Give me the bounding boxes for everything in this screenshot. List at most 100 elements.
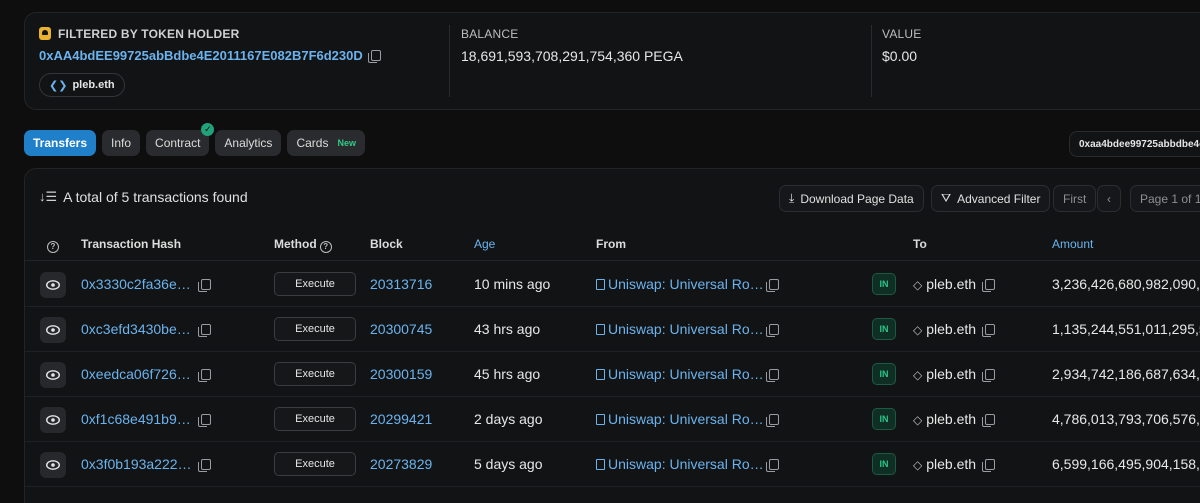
tx-hash-text[interactable]: 0xeedca06f726… <box>81 366 191 382</box>
download-button[interactable]: ⤓ Download Page Data <box>779 185 924 212</box>
from-text[interactable]: Uniswap: Universal Ro… <box>608 456 764 472</box>
from-text[interactable]: Uniswap: Universal Ro… <box>608 276 764 292</box>
block-link[interactable]: 20300745 <box>370 321 432 337</box>
tab-transfers[interactable]: Transfers <box>24 130 97 156</box>
prev-page-button[interactable]: ‹ <box>1097 185 1121 212</box>
tab-info[interactable]: Info <box>102 130 141 156</box>
from-text[interactable]: Uniswap: Universal Ro… <box>608 411 764 427</box>
tx-hash[interactable]: 0xeedca06f726… <box>81 366 211 382</box>
tx-hash-text[interactable]: 0xf1c68e491b9… <box>81 411 191 427</box>
tx-hash[interactable]: 0x3f0b193a222… <box>81 456 212 472</box>
to-text[interactable]: pleb.eth <box>926 366 976 382</box>
direction-badge: IN <box>872 408 896 430</box>
to-address[interactable]: ◇ pleb.eth <box>913 456 996 472</box>
col-amount[interactable]: Amount <box>1052 237 1093 251</box>
copy-icon[interactable] <box>197 324 211 337</box>
from-text[interactable]: Uniswap: Universal Ro… <box>608 366 764 382</box>
copy-icon[interactable] <box>982 324 996 337</box>
tab-label[interactable]: Cards <box>296 136 328 150</box>
first-page-button[interactable]: First <box>1053 185 1097 212</box>
copy-icon[interactable] <box>982 414 996 427</box>
direction-badge: IN <box>872 363 896 385</box>
eye-icon[interactable] <box>40 317 66 343</box>
copy-icon[interactable] <box>766 276 779 292</box>
tx-hash[interactable]: 0xc3efd3430be… <box>81 321 211 337</box>
to-address[interactable]: ◇ pleb.eth <box>913 366 996 382</box>
tab-label[interactable]: Analytics <box>224 136 272 150</box>
to-address[interactable]: ◇ pleb.eth <box>913 321 996 337</box>
copy-icon[interactable] <box>766 411 779 427</box>
copy-icon[interactable] <box>766 321 779 337</box>
divider <box>449 25 450 97</box>
eye-icon[interactable] <box>40 272 66 298</box>
to-address[interactable]: ◇ pleb.eth <box>913 276 996 292</box>
help-icon[interactable]: ? <box>47 237 59 253</box>
tx-hash[interactable]: 0xf1c68e491b9… <box>81 411 211 427</box>
page-indicator: Page 1 of 1 <box>1130 185 1200 212</box>
download-label[interactable]: Download Page Data <box>800 192 913 206</box>
copy-icon[interactable] <box>197 414 211 427</box>
method-pill: Execute <box>274 452 356 476</box>
copy-icon[interactable] <box>766 366 779 382</box>
to-text[interactable]: pleb.eth <box>926 321 976 337</box>
tab-label[interactable]: Info <box>111 136 131 150</box>
block-link[interactable]: 20300159 <box>370 366 432 382</box>
col-hash: Transaction Hash <box>81 237 182 251</box>
tab-label[interactable]: Transfers <box>33 136 87 150</box>
ens-name[interactable]: pleb.eth <box>72 79 114 91</box>
tx-hash-text[interactable]: 0xc3efd3430be… <box>81 321 191 337</box>
copy-icon[interactable] <box>982 279 996 292</box>
col-from: From <box>596 237 626 251</box>
col-age[interactable]: Age <box>474 237 495 251</box>
tab-cards[interactable]: Cards New <box>287 130 365 156</box>
to-text[interactable]: pleb.eth <box>926 411 976 427</box>
from-address[interactable]: Uniswap: Universal Ro… <box>596 321 764 337</box>
eye-icon[interactable] <box>40 407 66 433</box>
ens-icon: ◇ <box>913 323 923 337</box>
block-link[interactable]: 20313716 <box>370 276 432 292</box>
first-label[interactable]: First <box>1063 192 1086 206</box>
holder-label: FILTERED BY TOKEN HOLDER <box>39 27 381 41</box>
eye-icon[interactable] <box>40 362 66 388</box>
tab-label[interactable]: Contract <box>155 136 200 150</box>
block-link[interactable]: 20299421 <box>370 411 432 427</box>
tab-analytics[interactable]: Analytics <box>215 130 282 156</box>
to-text[interactable]: pleb.eth <box>926 456 976 472</box>
age-text: 5 days ago <box>474 456 543 472</box>
advanced-filter-button[interactable]: ⛛ Advanced Filter <box>931 185 1051 212</box>
verified-check-icon: ✓ <box>201 123 215 136</box>
copy-icon[interactable] <box>197 369 211 382</box>
from-address[interactable]: Uniswap: Universal Ro… <box>596 411 764 427</box>
holder-address-text[interactable]: 0xAA4bdEE99725abBdbe4E2011167E082B7F6d23… <box>39 48 363 63</box>
contract-icon <box>596 459 605 470</box>
method-help-icon[interactable]: ? <box>319 240 332 253</box>
eye-icon[interactable] <box>40 452 66 478</box>
holder-address[interactable]: 0xAA4bdEE99725abBdbe4E2011167E082B7F6d23… <box>39 48 381 63</box>
from-text[interactable]: Uniswap: Universal Ro… <box>608 321 764 337</box>
from-address[interactable]: Uniswap: Universal Ro… <box>596 366 764 382</box>
copy-icon[interactable] <box>982 459 996 472</box>
copy-icon[interactable] <box>367 50 381 63</box>
summary-text: A total of 5 transactions found <box>63 189 248 205</box>
filter-label[interactable]: Advanced Filter <box>957 192 1040 206</box>
block-link[interactable]: 20273829 <box>370 456 432 472</box>
copy-icon[interactable] <box>197 279 211 292</box>
copy-icon[interactable] <box>766 456 779 472</box>
ens-icon: ◇ <box>913 458 923 472</box>
to-address[interactable]: ◇ pleb.eth <box>913 411 996 427</box>
address-chip[interactable]: 0xaa4bdee99725abbdbe4e <box>1069 131 1200 157</box>
age-text: 45 hrs ago <box>474 366 541 382</box>
from-address[interactable]: Uniswap: Universal Ro… <box>596 456 764 472</box>
tx-hash-text[interactable]: 0x3330c2fa36e… <box>81 276 191 292</box>
tx-hash-text[interactable]: 0x3f0b193a222… <box>81 456 192 472</box>
to-text[interactable]: pleb.eth <box>926 276 976 292</box>
address-chip-text[interactable]: 0xaa4bdee99725abbdbe4e <box>1079 139 1200 150</box>
tx-hash[interactable]: 0x3330c2fa36e… <box>81 276 211 292</box>
copy-icon[interactable] <box>982 369 996 382</box>
value-column: VALUE $0.00 <box>882 27 921 64</box>
amount-text: 1,135,244,551,011,295,53 <box>1052 321 1200 337</box>
ens-pill[interactable]: ❮❯ pleb.eth <box>39 73 125 97</box>
tab-contract[interactable]: Contract ✓ <box>146 123 215 156</box>
copy-icon[interactable] <box>198 459 212 472</box>
from-address[interactable]: Uniswap: Universal Ro… <box>596 276 764 292</box>
